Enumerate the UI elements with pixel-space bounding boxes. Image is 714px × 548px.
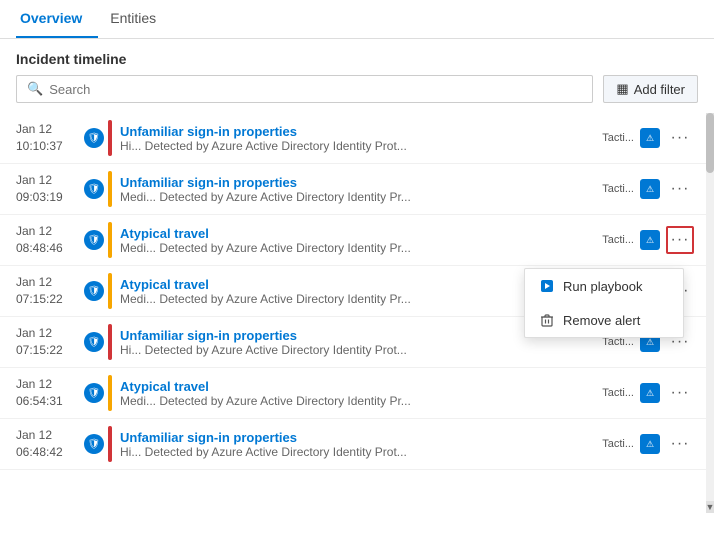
remove-alert-menu-item[interactable]: Remove alert bbox=[525, 303, 683, 337]
row-tactic: Tacti... bbox=[602, 234, 634, 246]
timeline-container: Jan 12 10:10:37 🛡 Unfamiliar sign-in pro… bbox=[0, 113, 714, 513]
table-row: Jan 12 08:48:46 🛡 Atypical travel Medi..… bbox=[0, 215, 714, 266]
row-subtitle: Medi... Detected by Azure Active Directo… bbox=[120, 190, 602, 204]
remove-icon bbox=[539, 312, 555, 328]
shield-icon: 🛡 bbox=[84, 179, 104, 199]
more-options-button[interactable]: ··· bbox=[666, 379, 694, 407]
severity-bar bbox=[108, 120, 112, 156]
scrollbar-track[interactable]: ▲ ▼ bbox=[706, 113, 714, 513]
tab-entities[interactable]: Entities bbox=[106, 0, 172, 38]
more-options-button[interactable]: ··· bbox=[666, 430, 694, 458]
row-date: Jan 12 06:48:42 bbox=[16, 427, 84, 461]
add-filter-button[interactable]: ▦ Add filter bbox=[603, 75, 698, 103]
shield-icon: 🛡 bbox=[84, 383, 104, 403]
row-date: Jan 12 09:03:19 bbox=[16, 172, 84, 206]
section-title: Incident timeline bbox=[0, 39, 714, 75]
search-box[interactable]: 🔍 bbox=[16, 75, 593, 103]
table-row: Jan 12 06:54:31 🛡 Atypical travel Medi..… bbox=[0, 368, 714, 419]
shield-icon: 🛡 bbox=[84, 128, 104, 148]
row-content: Unfamiliar sign-in properties Hi... Dete… bbox=[120, 430, 602, 459]
more-options-button[interactable]: ··· bbox=[666, 124, 694, 152]
app-container: Overview Entities Incident timeline 🔍 ▦ … bbox=[0, 0, 714, 513]
run-playbook-label: Run playbook bbox=[563, 279, 643, 294]
row-subtitle: Hi... Detected by Azure Active Directory… bbox=[120, 139, 602, 153]
severity-bar bbox=[108, 375, 112, 411]
tab-bar: Overview Entities bbox=[0, 0, 714, 39]
row-title[interactable]: Unfamiliar sign-in properties bbox=[120, 430, 602, 445]
row-tactic: Tacti... bbox=[602, 132, 634, 144]
row-title[interactable]: Unfamiliar sign-in properties bbox=[120, 175, 602, 190]
severity-bar bbox=[108, 324, 112, 360]
row-subtitle: Medi... Detected by Azure Active Directo… bbox=[120, 394, 602, 408]
shield-icon: 🛡 bbox=[84, 332, 104, 352]
table-row: Jan 12 10:10:37 🛡 Unfamiliar sign-in pro… bbox=[0, 113, 714, 164]
remove-alert-label: Remove alert bbox=[563, 313, 640, 328]
row-date: Jan 12 07:15:22 bbox=[16, 274, 84, 308]
row-date: Jan 12 06:54:31 bbox=[16, 376, 84, 410]
alert-icon: ⚠ bbox=[640, 383, 660, 403]
tab-overview[interactable]: Overview bbox=[16, 0, 98, 38]
row-content: Unfamiliar sign-in properties Hi... Dete… bbox=[120, 124, 602, 153]
search-icon: 🔍 bbox=[27, 81, 43, 97]
shield-icon: 🛡 bbox=[84, 230, 104, 250]
row-date: Jan 12 07:15:22 bbox=[16, 325, 84, 359]
row-title[interactable]: Unfamiliar sign-in properties bbox=[120, 124, 602, 139]
filter-icon: ▦ bbox=[616, 81, 628, 97]
row-content: Unfamiliar sign-in properties Medi... De… bbox=[120, 175, 602, 204]
row-subtitle: Hi... Detected by Azure Active Directory… bbox=[120, 445, 602, 459]
alert-icon: ⚠ bbox=[640, 230, 660, 250]
scrollbar-thumb[interactable] bbox=[706, 113, 714, 173]
row-subtitle: Hi... Detected by Azure Active Directory… bbox=[120, 343, 602, 357]
row-tactic: Tacti... bbox=[602, 438, 634, 450]
row-content: Atypical travel Medi... Detected by Azur… bbox=[120, 379, 602, 408]
playbook-icon bbox=[539, 278, 555, 294]
table-row: Jan 12 09:03:19 🛡 Unfamiliar sign-in pro… bbox=[0, 164, 714, 215]
row-tactic: Tacti... bbox=[602, 183, 634, 195]
alert-icon: ⚠ bbox=[640, 179, 660, 199]
severity-bar bbox=[108, 426, 112, 462]
search-input[interactable] bbox=[49, 82, 582, 97]
scroll-down-arrow[interactable]: ▼ bbox=[706, 501, 714, 513]
severity-bar bbox=[108, 222, 112, 258]
context-menu: Run playbook Remove alert bbox=[524, 268, 684, 338]
severity-bar bbox=[108, 273, 112, 309]
alert-icon: ⚠ bbox=[640, 434, 660, 454]
row-content: Atypical travel Medi... Detected by Azur… bbox=[120, 226, 602, 255]
row-date: Jan 12 08:48:46 bbox=[16, 223, 84, 257]
more-options-button[interactable]: ··· bbox=[666, 175, 694, 203]
shield-icon: 🛡 bbox=[84, 281, 104, 301]
more-options-button[interactable]: ··· bbox=[666, 226, 694, 254]
alert-icon: ⚠ bbox=[640, 128, 660, 148]
run-playbook-menu-item[interactable]: Run playbook bbox=[525, 269, 683, 303]
row-subtitle: Medi... Detected by Azure Active Directo… bbox=[120, 241, 602, 255]
search-row: 🔍 ▦ Add filter bbox=[0, 75, 714, 113]
filter-label: Add filter bbox=[634, 82, 685, 97]
table-row: Jan 12 06:48:42 🛡 Unfamiliar sign-in pro… bbox=[0, 419, 714, 470]
row-date: Jan 12 10:10:37 bbox=[16, 121, 84, 155]
row-title[interactable]: Atypical travel bbox=[120, 379, 602, 394]
row-title[interactable]: Atypical travel bbox=[120, 226, 602, 241]
shield-icon: 🛡 bbox=[84, 434, 104, 454]
severity-bar bbox=[108, 171, 112, 207]
row-tactic: Tacti... bbox=[602, 387, 634, 399]
